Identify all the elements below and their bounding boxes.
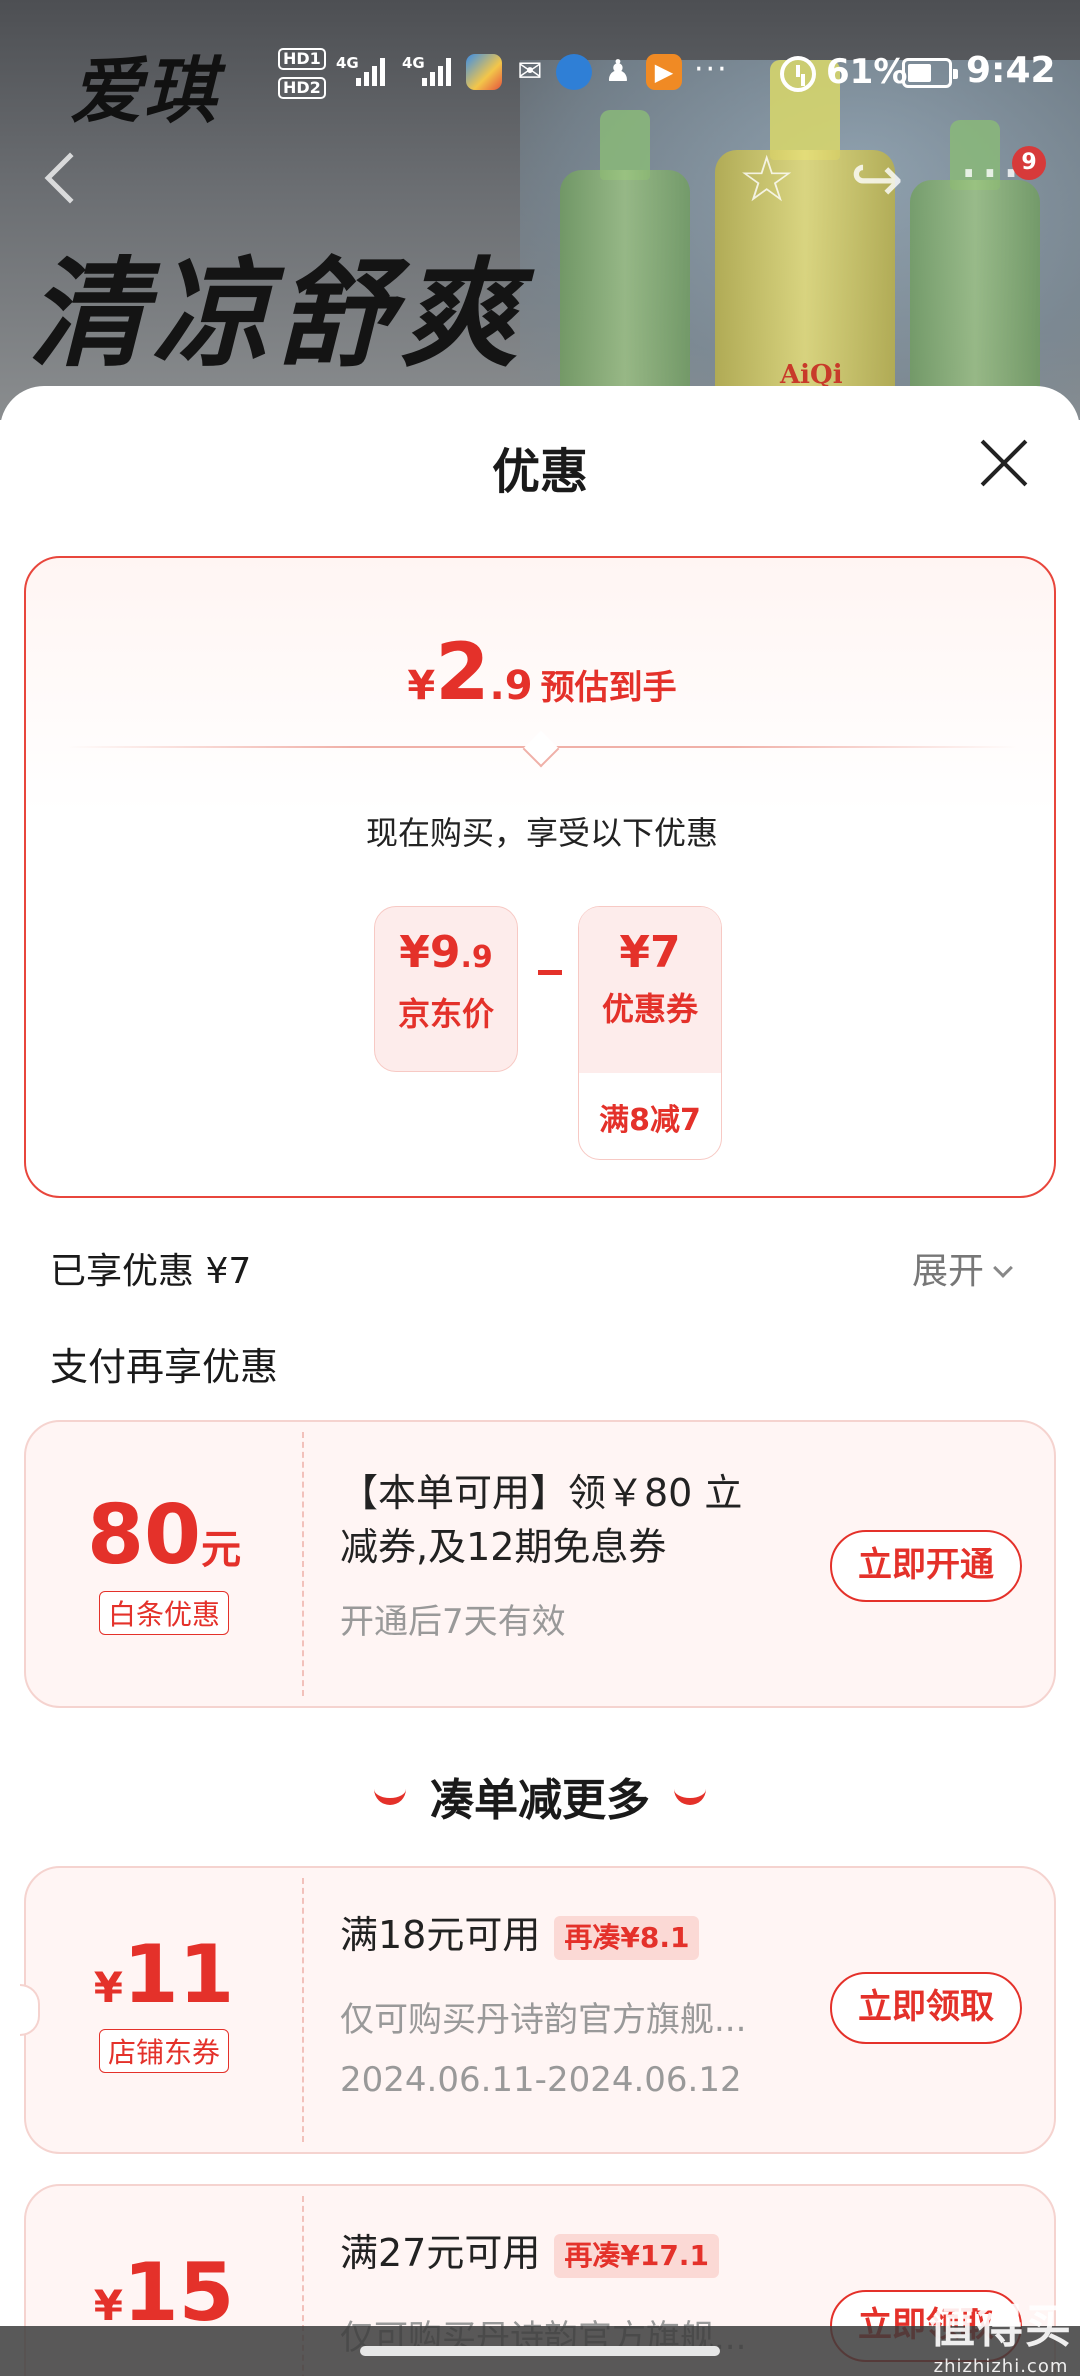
jd-price-amount: ¥9.9: [375, 907, 517, 982]
estimate-label: 预估到手: [540, 668, 677, 708]
coupon-unit: 元: [201, 1527, 242, 1573]
more-notifications-icon: ···: [694, 52, 729, 87]
price-decimal: .9: [489, 663, 533, 709]
remaining-amount-tag: 再凑¥8.1: [554, 1915, 700, 1960]
divider-notch: [522, 730, 560, 768]
home-gesture-handle[interactable]: [360, 2346, 720, 2356]
message-badge: 9: [1012, 146, 1046, 180]
video-app-icon: ▶: [646, 54, 682, 90]
currency-symbol: ¥: [407, 663, 436, 709]
globe-app-icon: [556, 54, 592, 90]
sheet-title: 优惠: [491, 444, 588, 500]
coupon-title-line: 减券,及12期免息券: [340, 1525, 667, 1569]
browser-app-icon: [466, 54, 502, 90]
buy-now-line: 现在购买，享受以下优惠: [365, 814, 718, 852]
status-bar: HD1 HD2 4G 4G ✉ ♟ ▶ ··· 61% 9:42: [0, 36, 1080, 106]
hd2-icon: HD2: [278, 77, 326, 99]
currency-symbol: ¥: [93, 1963, 123, 2012]
bottle-image: [560, 170, 690, 420]
banner-headline: 清凉舒爽: [28, 244, 525, 383]
dashed-separator: [302, 1432, 304, 1696]
discount-sheet: 优惠 ¥2.9 预估到手 现在购买，享受以下优惠 ¥9.9 京东价 ¥7 优惠券 …: [0, 386, 1080, 2376]
pay-more-heading: 支付再享优惠: [50, 1345, 279, 1389]
stack-section-title: 凑单减更多: [0, 1764, 1080, 1828]
remaining-amount-tag: 再凑¥17.1: [554, 2233, 719, 2278]
expand-label: 展开: [912, 1251, 985, 1292]
qq-icon: ♟: [604, 54, 632, 89]
estimated-price: ¥2.9 预估到手: [26, 628, 1058, 718]
alarm-icon: [780, 56, 816, 92]
coupon-tag: 白条优惠: [98, 1591, 229, 1635]
smile-icon: [374, 1787, 406, 1805]
coupon-value-area: ¥11 店铺东券: [26, 1868, 302, 2152]
hd1-icon: HD1: [278, 48, 326, 70]
claim-coupon-button[interactable]: 立即领取: [830, 1972, 1022, 2044]
coupon-title: 【本单可用】领￥80 立 减券,及12期免息券: [340, 1466, 742, 1574]
expand-button[interactable]: 展开: [912, 1242, 1013, 1294]
store-coupon-card: ¥11 店铺东券 满18元可用 再凑¥8.1 仅可购买丹诗韵官方旗舰... 202…: [20, 1866, 1056, 2154]
bottle-image: [910, 180, 1040, 420]
smile-icon: [674, 1787, 706, 1805]
coupon-threshold: 满27元可用: [340, 2231, 541, 2275]
signal-icon: [422, 56, 451, 86]
watermark-logo: 值得买: [929, 2299, 1073, 2353]
watermark: 值得买 zhizhizhi.com: [926, 2290, 1076, 2376]
price-summary-card: ¥2.9 预估到手 现在购买，享受以下优惠 ¥9.9 京东价 ¥7 优惠券 满8减…: [24, 556, 1056, 1198]
watermark-url: zhizhizhi.com: [933, 2356, 1069, 2376]
jd-price-label: 京东价: [397, 995, 494, 1033]
share-icon[interactable]: ↪: [850, 148, 904, 212]
favorite-icon[interactable]: ☆: [738, 148, 795, 212]
hd-indicator: HD1 HD2: [278, 44, 326, 102]
coupon-description: 仅可购买丹诗韵官方旗舰...: [340, 2000, 747, 2040]
dashed-separator: [302, 1878, 304, 2142]
coupon-discount-chip: ¥7 优惠券 满8减7: [578, 906, 722, 1160]
battery-percent: 61%: [826, 52, 908, 92]
baitiao-coupon-card: 80元 白条优惠 【本单可用】领￥80 立 减券,及12期免息券 开通后7天有效…: [24, 1420, 1056, 1708]
coupon-amount: 80: [86, 1488, 202, 1583]
coupon-condition: 满8减7: [599, 1103, 701, 1138]
close-icon[interactable]: [980, 438, 1030, 488]
coupon-amount: ¥7: [619, 927, 681, 978]
currency-symbol: ¥: [399, 927, 430, 978]
coupon-title: 满18元可用 再凑¥8.1: [340, 1908, 700, 1962]
enjoyed-discount: 已享优惠 ¥7: [50, 1251, 252, 1292]
coupon-amount: 11: [122, 1928, 235, 2021]
battery-icon: [902, 58, 958, 88]
coupon-value: 80元: [26, 1488, 302, 1583]
coupon-value: ¥11: [26, 1928, 302, 2021]
price-decimal: .9: [460, 940, 493, 975]
coupon-validity: 开通后7天有效: [340, 1602, 566, 1642]
coupon-value-area: 80元 白条优惠: [26, 1422, 302, 1706]
coupon-title-line: 【本单可用】领￥80 立: [340, 1471, 743, 1515]
wechat-icon: ✉: [517, 54, 543, 89]
activate-button[interactable]: 立即开通: [830, 1530, 1022, 1602]
signal-icon: [356, 56, 385, 86]
coupon-title: 满27元可用 再凑¥17.1: [340, 2226, 719, 2280]
coupon-threshold: 满18元可用: [340, 1913, 541, 1957]
clock: 9:42: [966, 50, 1056, 91]
chevron-down-icon: [993, 1258, 1013, 1278]
jd-price-chip: ¥9.9 京东价: [374, 906, 518, 1072]
stack-title-text: 凑单减更多: [430, 1775, 650, 1826]
price-integer: 9: [429, 927, 461, 978]
price-integer: 2: [435, 628, 490, 718]
coupon-date-range: 2024.06.11-2024.06.12: [340, 2060, 742, 2100]
minus-sign: [538, 970, 562, 975]
currency-symbol: ¥: [93, 2281, 123, 2330]
more-icon[interactable]: ⋯: [958, 140, 1022, 204]
coupon-label: 优惠券: [601, 990, 698, 1028]
coupon-tag: 店铺东券: [98, 2029, 229, 2073]
